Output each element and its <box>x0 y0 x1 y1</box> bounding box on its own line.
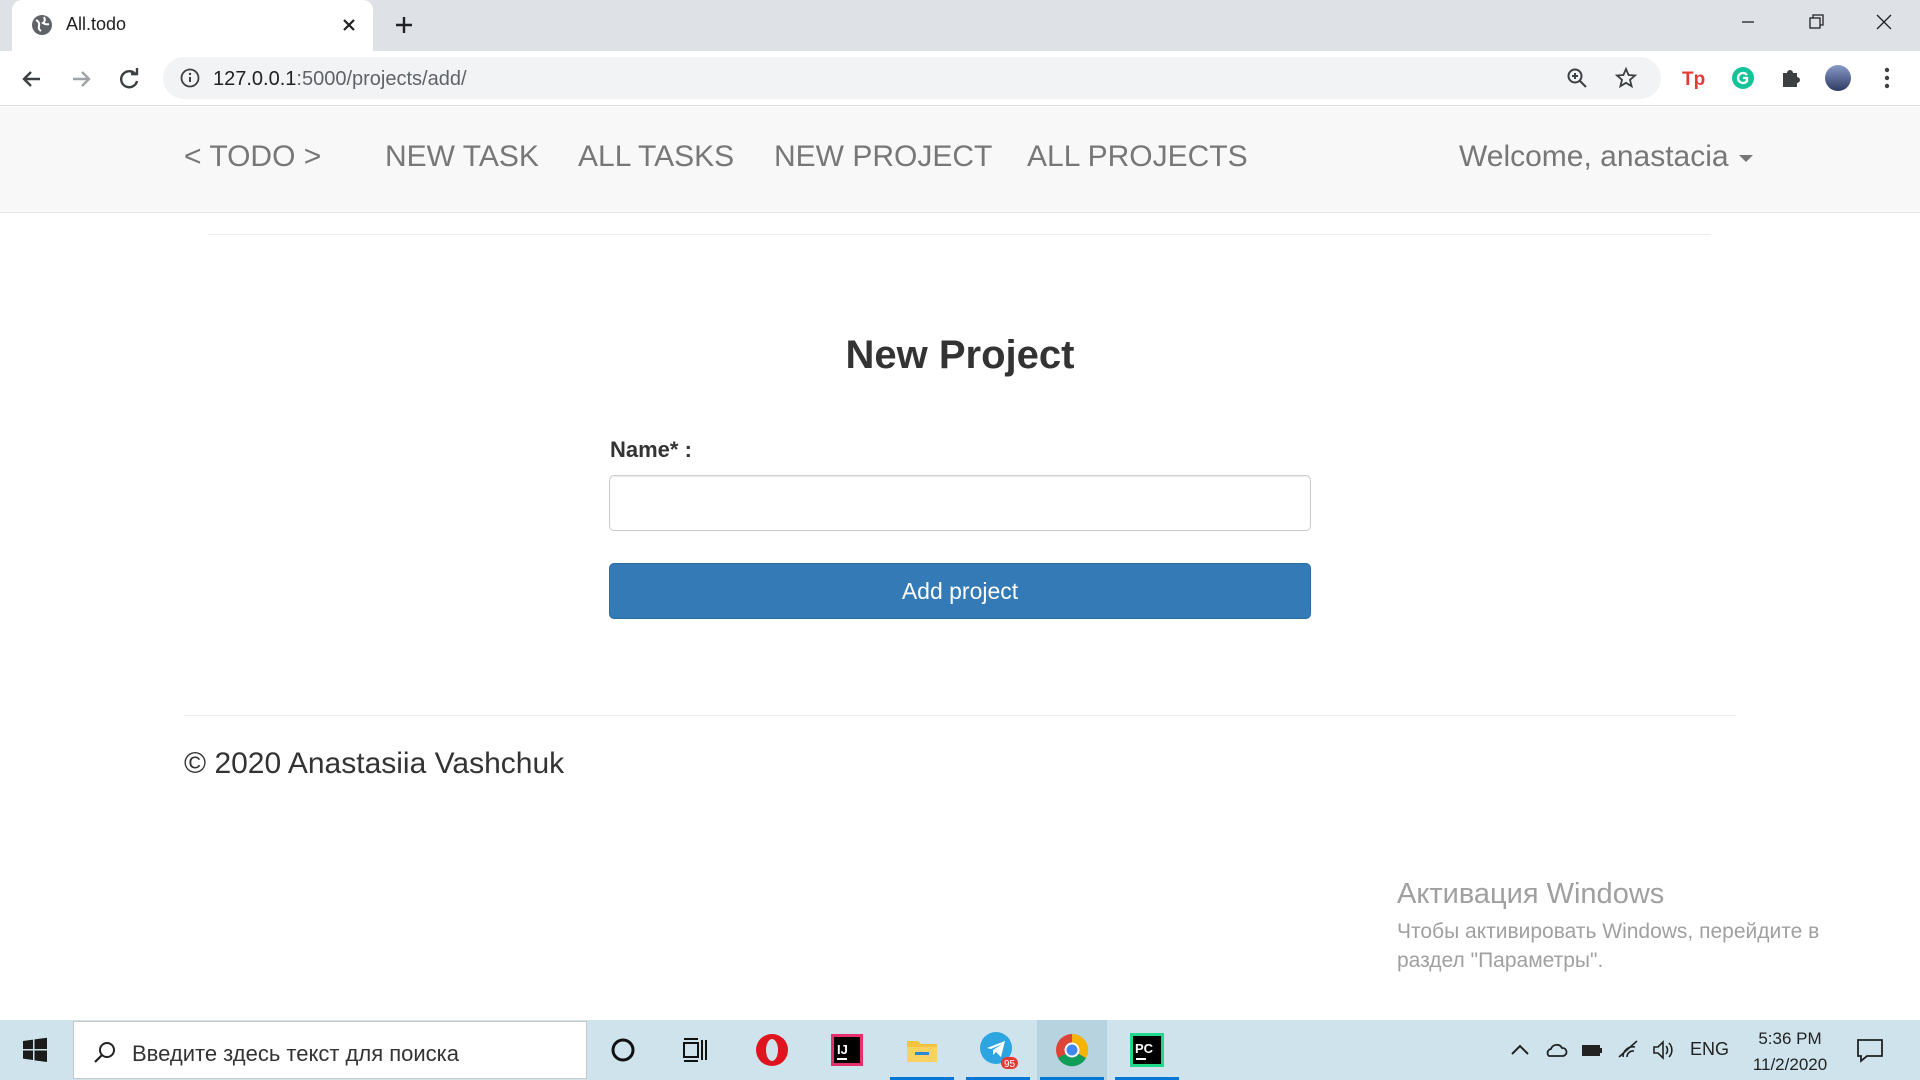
folder-icon <box>907 1041 937 1062</box>
restore-icon <box>1809 14 1824 29</box>
svg-text:PC: PC <box>1135 1041 1154 1056</box>
footer-divider <box>184 715 1736 716</box>
globe-icon <box>32 15 52 35</box>
back-arrow-icon[interactable] <box>18 65 46 93</box>
onedrive-cloud-icon[interactable] <box>1543 1037 1569 1063</box>
nav-new-project[interactable]: NEW PROJECT <box>774 140 992 174</box>
add-project-button[interactable]: Add project <box>609 563 1311 619</box>
opera-icon <box>756 1034 788 1066</box>
clock-date: 11/2/2020 <box>1752 1055 1828 1074</box>
watermark-line-1: Чтобы активировать Windows, перейдите в <box>1397 920 1820 943</box>
chrome-taskbar-app[interactable] <box>1037 1020 1107 1080</box>
bookmark-star-icon[interactable] <box>1614 66 1638 90</box>
activation-watermark: Активация Windows Чтобы активировать Win… <box>1397 878 1819 976</box>
chevron-up-icon[interactable] <box>1507 1037 1533 1063</box>
footer-copyright: © 2020 Anastasiia Vashchuk <box>184 747 565 780</box>
close-icon <box>1876 14 1892 30</box>
watermark-line-2: раздел "Параметры". <box>1397 949 1604 973</box>
browser-tabstrip: All.todo <box>0 0 1920 51</box>
reload-icon[interactable] <box>115 65 143 93</box>
zoom-icon[interactable] <box>1565 66 1589 90</box>
task-view-icon <box>683 1038 707 1062</box>
address-bar[interactable]: 127.0.0.1:5000/projects/add/ <box>163 57 1661 99</box>
window-minimize-button[interactable] <box>1714 0 1782 44</box>
wifi-icon[interactable] <box>1615 1037 1641 1063</box>
browser-toolbar: 127.0.0.1:5000/projects/add/ Tp <box>0 51 1920 106</box>
nav-all-projects[interactable]: ALL PROJECTS <box>1027 140 1248 174</box>
browser-tab[interactable]: All.todo <box>12 0 373 51</box>
telegram-icon: 95 <box>980 1032 1018 1070</box>
telegram-badge: 95 <box>1004 1059 1016 1070</box>
task-view-button[interactable] <box>660 1020 730 1080</box>
svg-text:Tp: Tp <box>1682 69 1705 90</box>
tab-title: All.todo <box>66 14 127 34</box>
taskbar-search[interactable]: Введите здесь текст для поиска <box>73 1021 587 1079</box>
cortana-circle-icon <box>611 1038 635 1062</box>
opera-taskbar-app[interactable] <box>737 1020 807 1080</box>
watermark-title: Активация Windows <box>1397 878 1665 910</box>
start-button[interactable] <box>0 1020 70 1080</box>
nav-all-tasks[interactable]: ALL TASKS <box>578 140 734 174</box>
profile-avatar-icon[interactable] <box>1824 64 1852 92</box>
url-path: :5000/projects/add/ <box>296 68 467 90</box>
extensions-puzzle-icon[interactable] <box>1777 64 1805 92</box>
svg-text:IJ: IJ <box>837 1042 848 1057</box>
forward-arrow-icon[interactable] <box>67 65 95 93</box>
notification-center-icon[interactable] <box>1855 1036 1885 1064</box>
name-label: Name* : <box>610 437 692 462</box>
clock-time: 5:36 PM <box>1758 1029 1822 1048</box>
info-icon[interactable] <box>180 68 200 88</box>
site-navbar: < TODO > NEW TASK ALL TASKS NEW PROJECT … <box>0 107 1920 213</box>
url-text: 127.0.0.1:5000/projects/add/ <box>213 68 467 91</box>
search-icon <box>94 1042 115 1063</box>
cortana-button[interactable] <box>588 1020 658 1080</box>
page-title: New Project <box>845 333 1075 377</box>
user-menu-dropdown[interactable]: Welcome, anastacia <box>1459 140 1753 174</box>
windows-logo-icon <box>23 1037 47 1062</box>
telegram-taskbar-app[interactable]: 95 <box>963 1020 1033 1080</box>
url-host: 127.0.0.1 <box>213 68 297 90</box>
minimize-icon <box>1742 21 1754 23</box>
nav-new-task[interactable]: NEW TASK <box>385 140 539 174</box>
language-indicator[interactable]: ENG <box>1690 1039 1729 1060</box>
brand-link[interactable]: < TODO > <box>184 140 321 174</box>
caret-down-icon <box>1738 154 1753 162</box>
grammarly-extension-icon[interactable] <box>1729 64 1757 92</box>
pycharm-icon: PC <box>1130 1033 1164 1067</box>
window-restore-button[interactable] <box>1782 0 1850 44</box>
volume-icon[interactable] <box>1650 1037 1676 1063</box>
close-icon[interactable] <box>337 13 361 37</box>
project-name-input[interactable] <box>609 475 1311 531</box>
battery-icon[interactable] <box>1579 1037 1605 1063</box>
translate-extension-icon[interactable]: Tp <box>1680 64 1708 92</box>
intellij-taskbar-app[interactable]: IJ <box>812 1020 882 1080</box>
divider <box>208 234 1711 235</box>
new-tab-plus-icon[interactable] <box>390 11 418 39</box>
window-close-button[interactable] <box>1850 0 1918 44</box>
search-placeholder: Введите здесь текст для поиска <box>132 1041 460 1066</box>
more-vert-icon[interactable] <box>1873 64 1901 92</box>
file-explorer-taskbar-app[interactable] <box>887 1020 957 1080</box>
welcome-text: Welcome, anastacia <box>1459 140 1729 173</box>
windows-taskbar: Введите здесь текст для поиска IJ 95 PC … <box>0 1020 1920 1080</box>
chrome-icon <box>1056 1033 1089 1067</box>
system-clock[interactable]: 5:36 PM 11/2/2020 <box>1740 1026 1840 1078</box>
intellij-icon: IJ <box>831 1034 863 1066</box>
pycharm-taskbar-app[interactable]: PC <box>1112 1020 1182 1080</box>
